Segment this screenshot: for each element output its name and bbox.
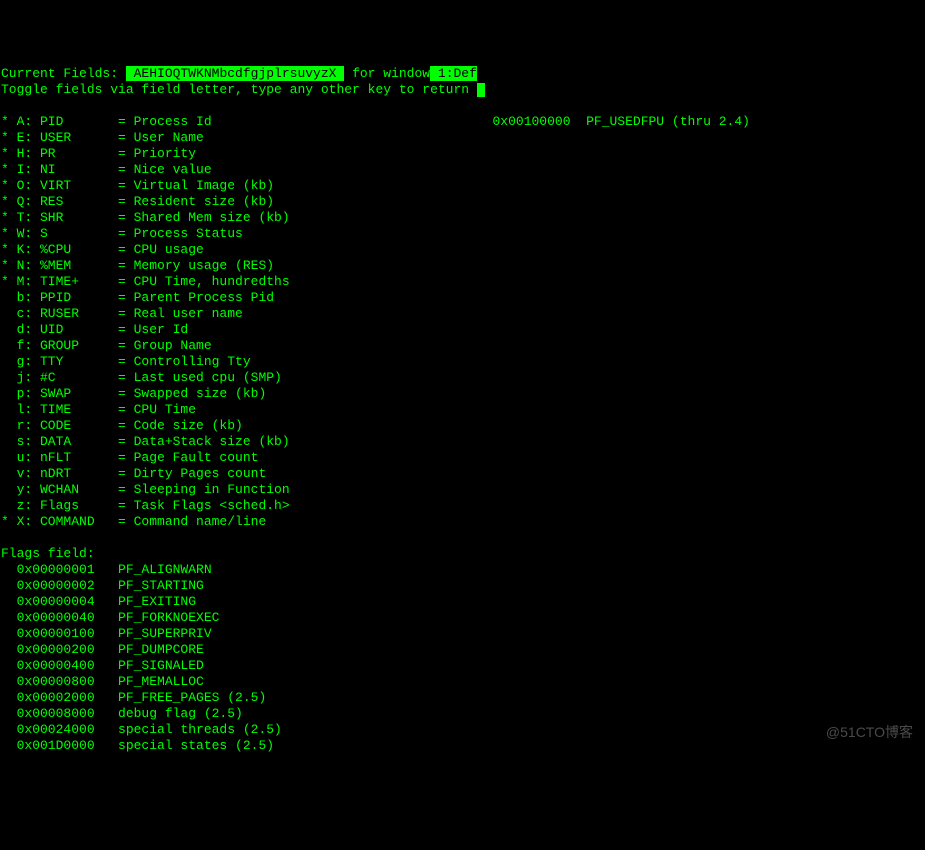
field-row[interactable]: d: UID = User Id — [1, 322, 924, 338]
blank-line — [1, 530, 924, 546]
field-row[interactable]: * T: SHR = Shared Mem size (kb) — [1, 210, 924, 226]
flag-row: 0x00000001 PF_ALIGNWARN — [1, 562, 924, 578]
field-row[interactable]: f: GROUP = Group Name — [1, 338, 924, 354]
flag-row: 0x00002000 PF_FREE_PAGES (2.5) — [1, 690, 924, 706]
field-row[interactable]: * A: PID = Process Id 0x00100000 PF_USED… — [1, 114, 924, 130]
side-note: 0x00100000 PF_USEDFPU (thru 2.4) — [492, 114, 749, 129]
field-row[interactable]: u: nFLT = Page Fault count — [1, 450, 924, 466]
flag-row: 0x001D0000 special states (2.5) — [1, 738, 924, 754]
flag-row: 0x00000400 PF_SIGNALED — [1, 658, 924, 674]
field-row[interactable]: v: nDRT = Dirty Pages count — [1, 466, 924, 482]
flag-row: 0x00008000 debug flag (2.5) — [1, 706, 924, 722]
field-row[interactable]: p: SWAP = Swapped size (kb) — [1, 386, 924, 402]
current-fields-value: AEHIOQTWKNMbcdfgjplrsuvyzX — [126, 66, 344, 81]
field-row[interactable]: * H: PR = Priority — [1, 146, 924, 162]
flags-header: Flags field: — [1, 546, 924, 562]
terminal-output[interactable]: Current Fields: AEHIOQTWKNMbcdfgjplrsuvy… — [1, 66, 924, 754]
flag-row: 0x00000002 PF_STARTING — [1, 578, 924, 594]
field-row[interactable]: * X: COMMAND = Command name/line — [1, 514, 924, 530]
header-line-2: Toggle fields via field letter, type any… — [1, 82, 924, 98]
field-row[interactable]: c: RUSER = Real user name — [1, 306, 924, 322]
field-row[interactable]: * O: VIRT = Virtual Image (kb) — [1, 178, 924, 194]
field-row[interactable]: * Q: RES = Resident size (kb) — [1, 194, 924, 210]
field-row[interactable]: g: TTY = Controlling Tty — [1, 354, 924, 370]
field-row[interactable]: * W: S = Process Status — [1, 226, 924, 242]
field-row[interactable]: * N: %MEM = Memory usage (RES) — [1, 258, 924, 274]
header-line-1: Current Fields: AEHIOQTWKNMbcdfgjplrsuvy… — [1, 66, 924, 82]
toggle-instruction: Toggle fields via field letter, type any… — [1, 82, 477, 97]
window-value: 1:Def — [430, 66, 477, 81]
field-row[interactable]: z: Flags = Task Flags <sched.h> — [1, 498, 924, 514]
flag-row: 0x00000800 PF_MEMALLOC — [1, 674, 924, 690]
flag-row: 0x00000100 PF_SUPERPRIV — [1, 626, 924, 642]
field-row[interactable]: r: CODE = Code size (kb) — [1, 418, 924, 434]
field-row[interactable]: b: PPID = Parent Process Pid — [1, 290, 924, 306]
current-fields-label: Current Fields: — [1, 66, 126, 81]
flag-row: 0x00000004 PF_EXITING — [1, 594, 924, 610]
terminal-cursor — [477, 83, 485, 97]
field-row[interactable]: l: TIME = CPU Time — [1, 402, 924, 418]
field-row[interactable]: * M: TIME+ = CPU Time, hundredths — [1, 274, 924, 290]
flag-row: 0x00000040 PF_FORKNOEXEC — [1, 610, 924, 626]
flag-row: 0x00000200 PF_DUMPCORE — [1, 642, 924, 658]
flag-row: 0x00024000 special threads (2.5) — [1, 722, 924, 738]
field-row[interactable]: * K: %CPU = CPU usage — [1, 242, 924, 258]
field-row[interactable]: j: #C = Last used cpu (SMP) — [1, 370, 924, 386]
field-row[interactable]: * E: USER = User Name — [1, 130, 924, 146]
field-row[interactable]: s: DATA = Data+Stack size (kb) — [1, 434, 924, 450]
blank-line — [1, 98, 924, 114]
field-row[interactable]: * I: NI = Nice value — [1, 162, 924, 178]
watermark-text: @51CTO博客 — [826, 724, 913, 740]
field-row[interactable]: y: WCHAN = Sleeping in Function — [1, 482, 924, 498]
for-window-label: for window — [344, 66, 430, 81]
